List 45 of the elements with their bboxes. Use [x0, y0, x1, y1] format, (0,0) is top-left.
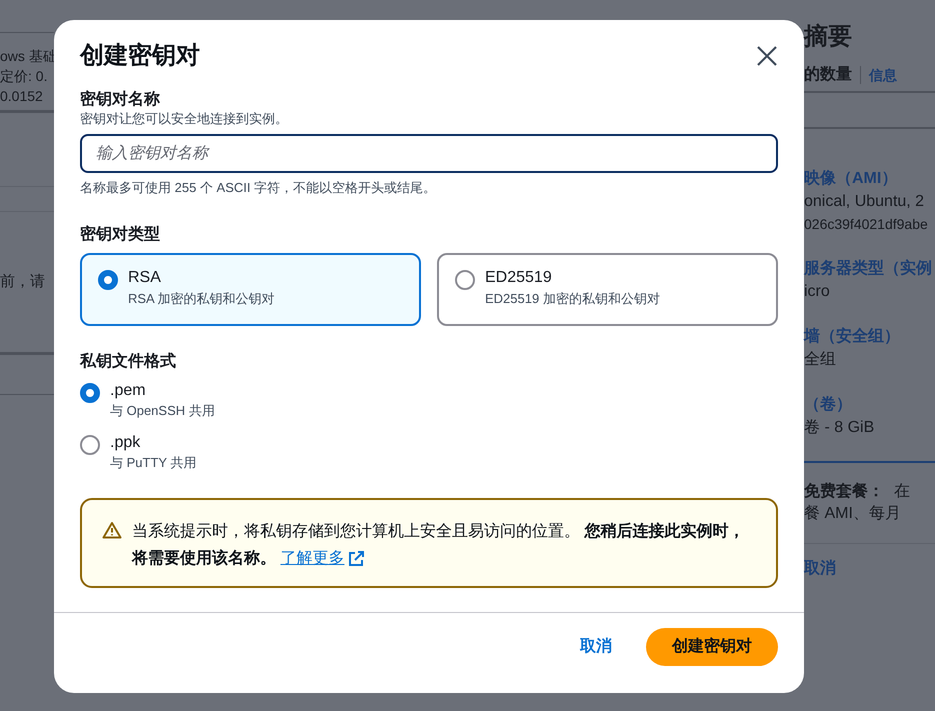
radio-button[interactable] [98, 270, 118, 290]
field-label: 密钥对类型 [80, 225, 161, 245]
dialog-title: 创建密钥对 [80, 41, 200, 71]
field-description: 密钥对让您可以安全地连接到实例。 [80, 110, 289, 128]
warning-message: 当系统提示时，将私钥存储到您计算机上安全且易访问的位置。 您稍后连接此实例时，将需要使用该名称。 了解更多 [132, 518, 752, 572]
option-card[interactable]: ED25519 ED25519 加密的私钥和公钥对 [437, 253, 778, 326]
option-title: ED25519 [485, 268, 553, 288]
option-description: 与 OpenSSH 共用 [110, 402, 215, 420]
input-field[interactable]: 输入密钥对名称 [80, 134, 778, 173]
warning-icon [102, 521, 122, 539]
option-card[interactable]: RSA RSA 加密的私钥和公钥对 [80, 253, 421, 326]
section-value: icro [804, 282, 831, 302]
field-label: 密钥对名称 [80, 90, 161, 110]
background-text: 前，请 [0, 272, 45, 292]
radio-button[interactable] [80, 435, 100, 455]
free-tier-text: 在 [894, 482, 910, 502]
option-description: 与 PuTTY 共用 [110, 454, 196, 472]
section-heading: （卷） [804, 394, 853, 415]
radio-button[interactable] [455, 270, 475, 290]
create-key-pair-button[interactable]: 创建密钥对 [646, 628, 778, 666]
radio-button[interactable] [80, 383, 100, 403]
section-value: 全组 [804, 350, 837, 370]
option-description: RSA 加密的私钥和公钥对 [128, 290, 275, 308]
section-value: onical, Ubuntu, 2 [804, 192, 926, 212]
option-description: ED25519 加密的私钥和公钥对 [485, 290, 660, 308]
field-label: 私钥文件格式 [80, 352, 177, 372]
external-link-icon [348, 550, 364, 566]
section-value: 卷 - 8 GiB [804, 418, 876, 438]
count-label: 的数量 [804, 64, 852, 85]
field-hint: 名称最多可使用 255 个 ASCII 字符，不能以空格开头或结尾。 [80, 179, 438, 197]
section-heading: 墙（安全组） [804, 326, 901, 347]
background-text: 0.0152 [0, 86, 44, 106]
section-heading: 服务器类型（实例 [804, 258, 933, 279]
free-tier-label: 免费套餐： [804, 482, 884, 502]
option-title: RSA [128, 268, 162, 288]
close-icon[interactable] [756, 45, 778, 67]
option-title: .pem [110, 381, 147, 401]
summary-title: 摘要 [804, 22, 853, 52]
background-text: 定价: 0. [0, 66, 48, 86]
option-title: .ppk [110, 433, 142, 453]
section-heading: 映像（AMI） [804, 168, 898, 189]
free-tier-text: 餐 AMI、每月 [804, 504, 902, 524]
cancel-button[interactable]: 取消 [580, 635, 612, 659]
section-value: 026c39f4021df9abe [804, 215, 929, 234]
learn-more-link[interactable]: 了解更多 [280, 545, 364, 572]
